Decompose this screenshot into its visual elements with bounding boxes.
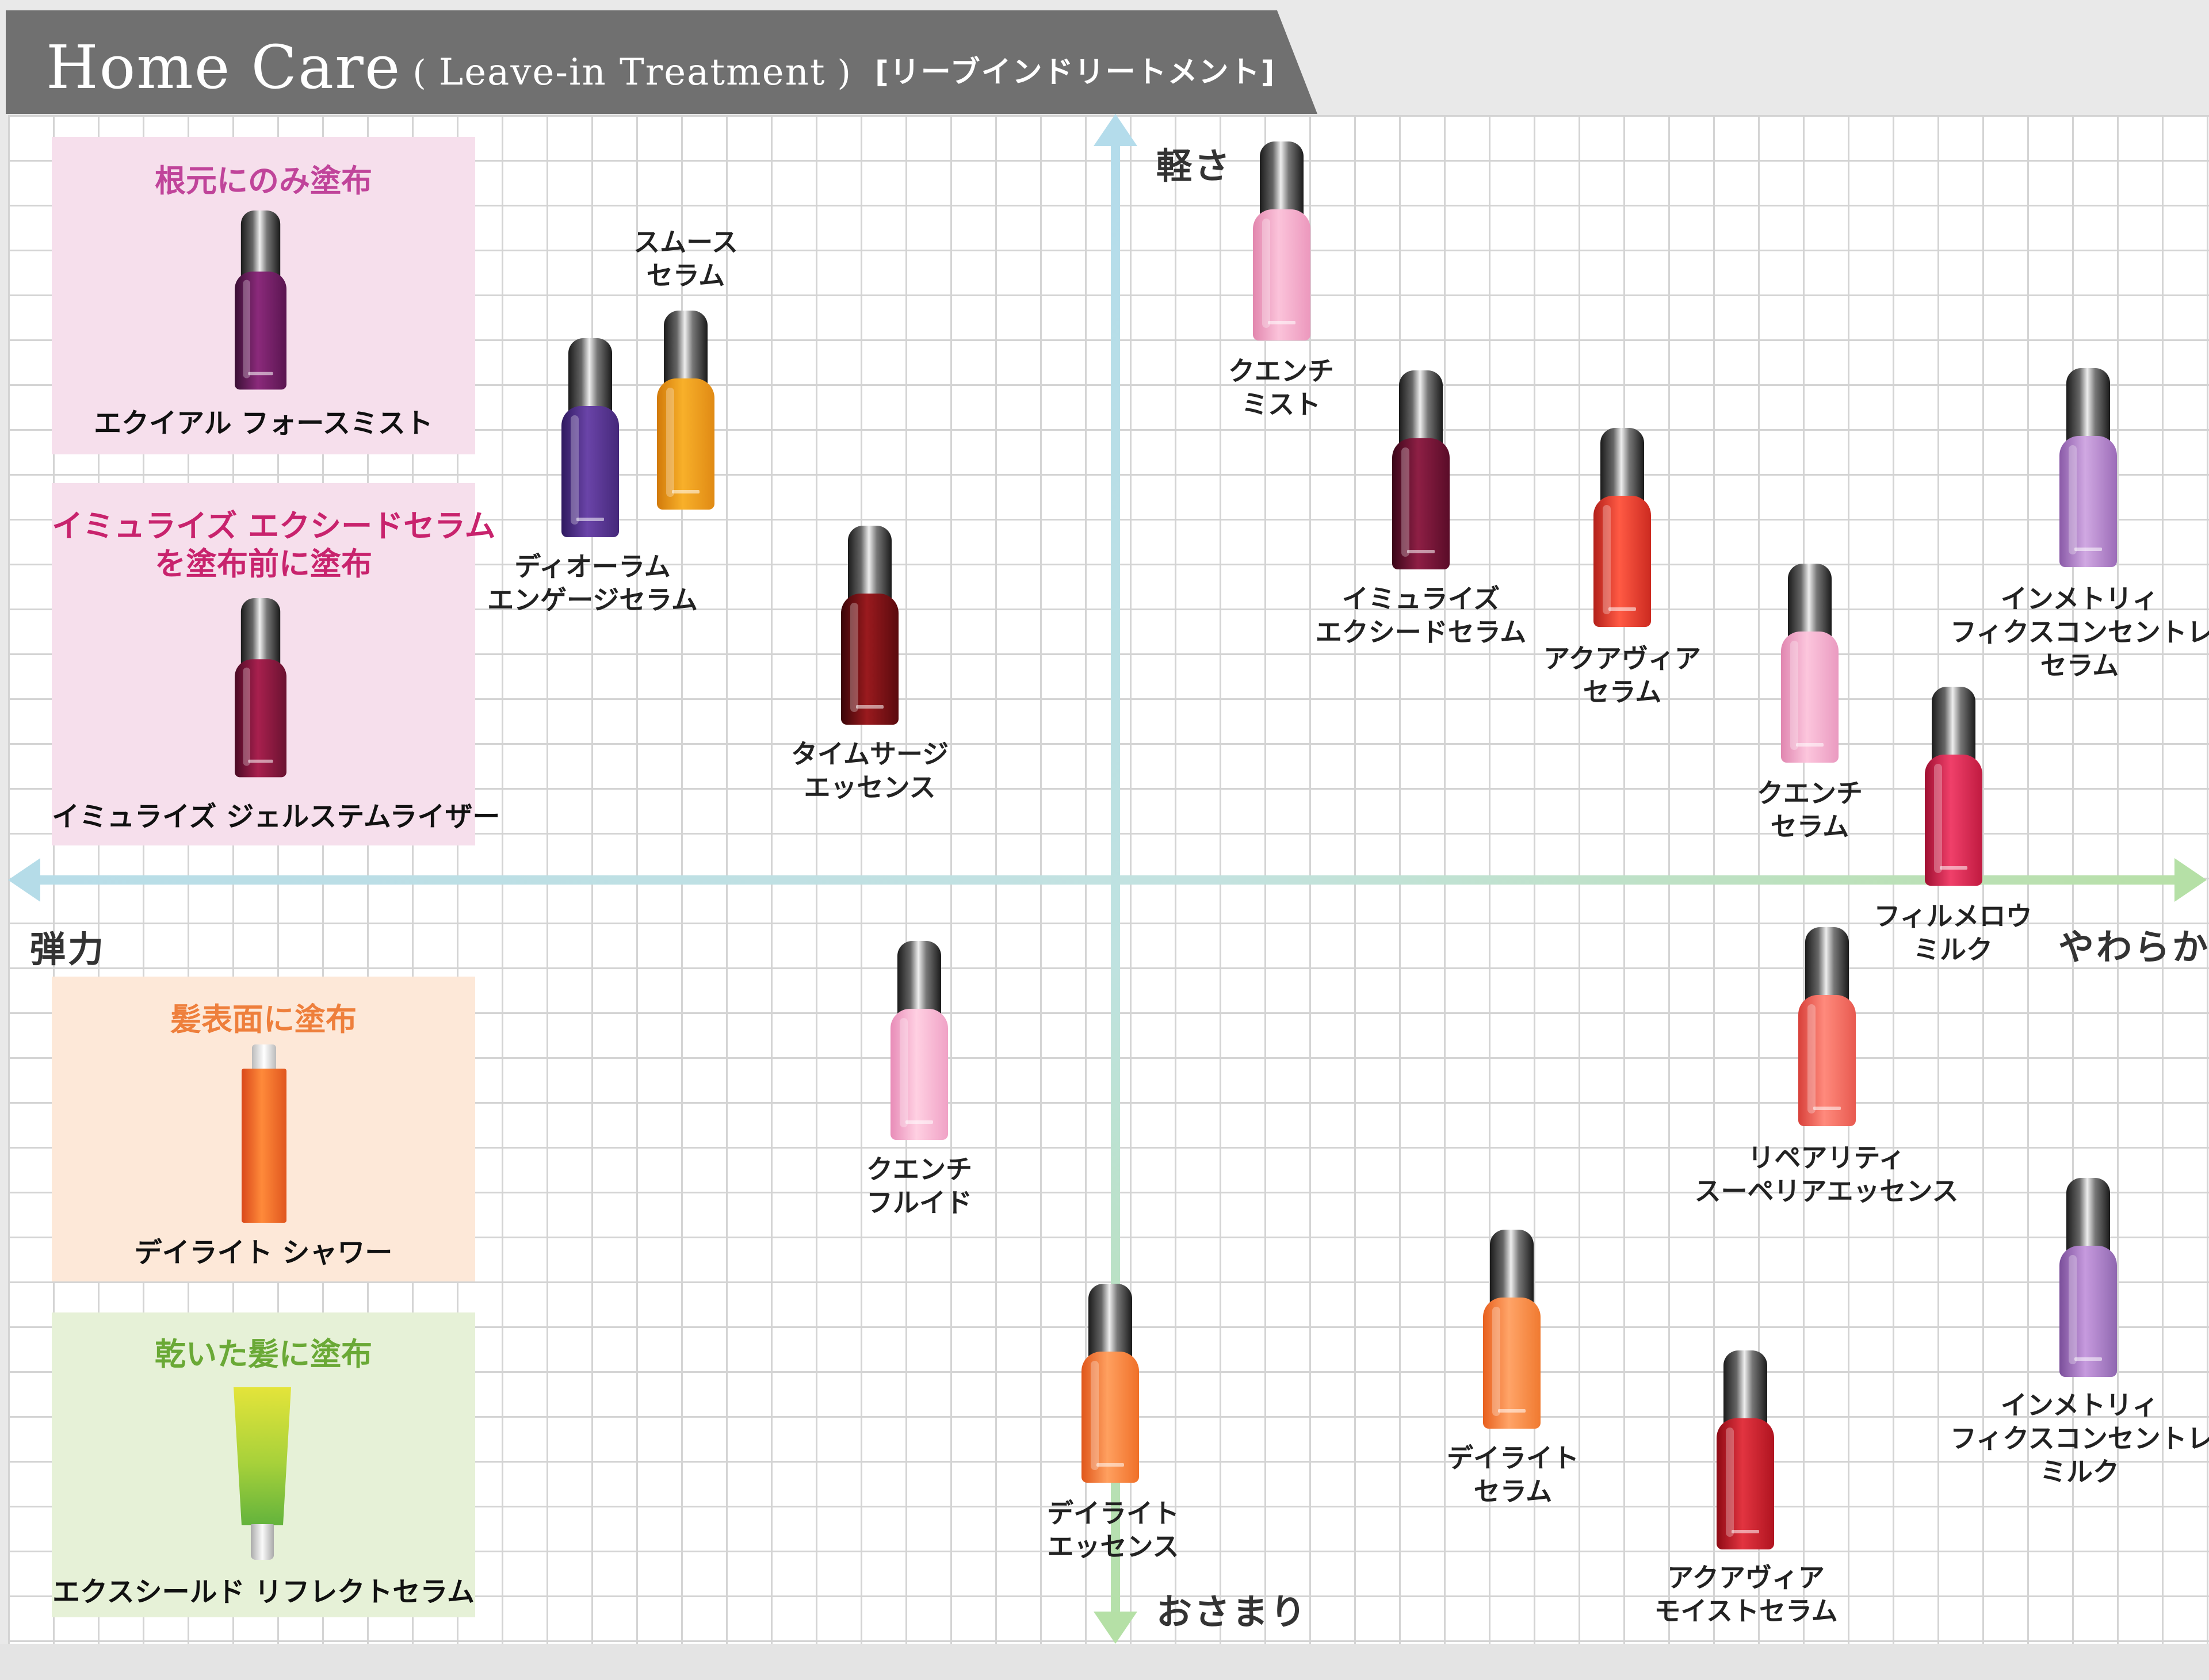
legend-box-dry-hair: 乾いた髪に塗布 エクスシールド リフレクトセラム [52,1312,475,1617]
product-label: クエンチ ミスト [1228,355,1334,420]
axis-label-left: 弾力 [30,928,106,970]
legend-caption: デイライト シャワー [134,1237,393,1269]
axis-label-right: やわらか [2058,926,2209,968]
spray-bottle-icon [242,1044,286,1223]
product-label: デイライト エッセンス [1047,1498,1179,1562]
legend-box-after-exceed: イミュライズ エクシードセラム を塗布前に塗布 イミュライズ ジェルステムライザ… [52,483,500,845]
product-label: アクアヴィア セラム [1543,643,1701,707]
legend-caption: エクイアル フォースミスト [94,407,433,439]
product-label: リペアリティ スーペリアエッセンス [1694,1142,1959,1207]
product-label: クエンチ フルイド [866,1154,972,1218]
legend-box-root-only: 根元にのみ塗布 エクイアル フォースミスト [52,137,475,454]
product-label: スムース セラム [633,227,738,291]
product-label: インメトリィフィクスコンセントレーミルク [1950,1390,2209,1487]
legend-caption: エクスシールド リフレクトセラム [52,1576,475,1608]
legend-title: 乾いた髪に塗布 [155,1336,372,1372]
legend-box-hair-surface: 髪表面に塗布 デイライト シャワー [52,977,475,1281]
axis-label-bottom: おさまり [1156,1591,1309,1633]
tube-icon [234,1387,291,1560]
legend-title: 根元にのみ塗布 [155,163,372,199]
legend-caption: イミュライズ ジェルステムライザー [52,801,500,833]
legend-title: 髪表面に塗布 [170,1001,357,1038]
page: Home Care(Leave-in Treatment) [リーブインドリートメ… [0,0,2209,1680]
axis-label-top: 軽さ [1156,145,1233,187]
product-label: タイムサージ エッセンス [790,738,949,803]
product-label: クエンチ セラム [1757,778,1863,842]
legend-title-line2: を塗布前に塗布 [155,546,372,582]
horizontal-axis [8,858,2207,902]
product-label: ディオーラム エンゲージセラム [487,551,698,615]
product-label: イミュライズ エクシードセラム [1315,583,1527,648]
product-label: フィルメロウ ミルク [1874,901,2032,965]
product-label: インメトリィフィクスコンセントレーセラム [1950,583,2209,681]
product-label: デイライト セラム [1447,1442,1579,1507]
product-label: アクアヴィア モイストセラム [1654,1562,1838,1627]
